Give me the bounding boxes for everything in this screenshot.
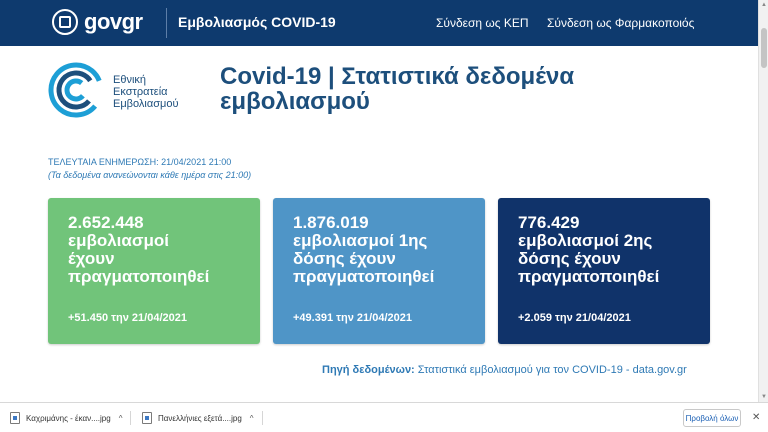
data-source: Πηγή δεδομένων: Στατιστικά εμβολιασμού γ… [322, 364, 687, 376]
second-dose-card: 776.429 εμβολιασμοί 2ης δόσης έχουν πραγ… [498, 198, 710, 344]
show-all-downloads-button[interactable]: Προβολή όλων [683, 409, 741, 427]
greek-emblem-icon [52, 9, 78, 35]
card-value-text: 776.429 εμβολιασμοί 2ης δόσης έχουν πραγ… [518, 213, 660, 286]
card-value-text: 1.876.019 εμβολιασμοί 1ης δόσης έχουν πρ… [293, 213, 435, 286]
scroll-down-arrow-icon[interactable]: ▼ [761, 394, 767, 400]
card-daily-delta: +2.059 την 21/04/2021 [518, 312, 631, 324]
govgr-brand-text: govgr [84, 9, 143, 34]
image-file-icon [142, 412, 152, 424]
login-pharmacist-link[interactable]: Σύνδεση ως Φαρμακοποιός [547, 16, 694, 30]
total-vaccinations-card: 2.652.448 εμβολιασμοί έχουν πραγματοποιη… [48, 198, 260, 344]
app-title[interactable]: Εμβολιασμός COVID-19 [178, 14, 336, 30]
login-kep-link[interactable]: Σύνδεση ως ΚΕΠ [436, 16, 529, 30]
last-updated-text: ΤΕΛΕΥΤΑΙΑ ΕΝΗΜΕΡΩΣΗ: 21/04/2021 21:00 [48, 157, 232, 167]
image-file-icon [10, 412, 20, 424]
vaccination-campaign-logo-icon [48, 62, 104, 118]
page-title: Covid-19 | Στατιστικά δεδομένα εμβολιασμ… [220, 63, 575, 115]
chevron-up-icon[interactable]: ^ [250, 414, 254, 423]
data-source-link[interactable]: Στατιστικά εμβολιασμού για τον COVID-19 … [418, 364, 687, 376]
page-scrollbar[interactable]: ▲ ▼ [758, 0, 768, 402]
chevron-up-icon[interactable]: ^ [119, 414, 123, 423]
header-divider [166, 8, 167, 38]
close-icon[interactable]: ✕ [752, 412, 760, 423]
card-value-text: 2.652.448 εμβολιασμοί έχουν πραγματοποιη… [68, 213, 210, 286]
download-item[interactable]: Πανελλήνιες εξετά....jpg ^ [142, 409, 254, 427]
first-dose-card: 1.876.019 εμβολιασμοί 1ης δόσης έχουν πρ… [273, 198, 485, 344]
scroll-up-arrow-icon[interactable]: ▲ [761, 2, 767, 8]
download-separator [130, 411, 131, 425]
top-navbar: govgr Εμβολιασμός COVID-19 Σύνδεση ως ΚΕ… [0, 0, 758, 46]
download-filename: Καχριμάνης - έκαν....jpg [26, 413, 111, 423]
card-daily-delta: +49.391 την 21/04/2021 [293, 312, 412, 324]
download-filename: Πανελλήνιες εξετά....jpg [158, 413, 242, 423]
downloads-bar: Καχριμάνης - έκαν....jpg ^ Πανελλήνιες ε… [0, 402, 768, 432]
scrollbar-thumb[interactable] [761, 28, 767, 68]
campaign-org-name: Εθνική Εκστρατεία Εμβολιασμού [113, 74, 179, 110]
card-daily-delta: +51.450 την 21/04/2021 [68, 312, 187, 324]
data-source-label: Πηγή δεδομένων: [322, 364, 415, 376]
download-separator [262, 411, 263, 425]
download-item[interactable]: Καχριμάνης - έκαν....jpg ^ [10, 409, 122, 427]
govgr-logo[interactable]: govgr [52, 9, 143, 35]
refresh-note-text: (Τα δεδομένα ανανεώνονται κάθε ημέρα στι… [48, 170, 252, 180]
